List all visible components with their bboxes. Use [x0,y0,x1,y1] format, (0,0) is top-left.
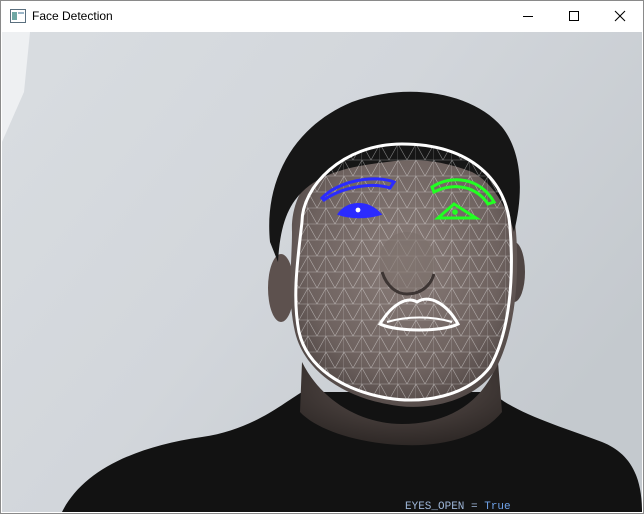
camera-feed [2,32,642,512]
close-icon [614,10,626,22]
window-title: Face Detection [32,9,113,23]
minimize-button[interactable] [505,1,551,31]
app-icon [10,9,26,23]
close-button[interactable] [597,1,643,31]
code-fragment: EYES_OPEN = [405,501,485,513]
left-pupil-dot [355,207,361,213]
code-value: True [484,501,511,513]
camera-frame [2,32,642,512]
left-ear [268,254,294,322]
maximize-button[interactable] [551,1,597,31]
right-pupil-dot [452,209,458,215]
face-detection-window: Face Detection EYES_OPEN = True [0,0,644,514]
title-bar[interactable]: Face Detection [1,1,643,31]
background-code-text: EYES_OPEN = True [405,501,511,513]
minimize-icon [523,16,533,17]
maximize-icon [569,11,579,21]
